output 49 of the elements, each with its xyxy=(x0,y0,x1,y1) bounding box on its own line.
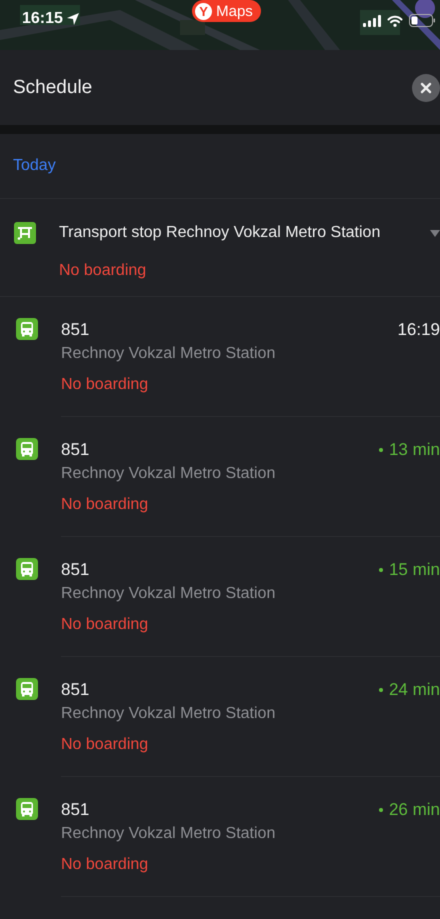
arrival-time: 13 min xyxy=(388,440,440,460)
stop-name: Rechnoy Vokzal Metro Station xyxy=(61,825,276,843)
logo-icon: Y xyxy=(195,2,212,20)
bus-icon xyxy=(16,558,38,580)
live-dot-icon xyxy=(378,448,383,452)
boarding-status: No boarding xyxy=(61,376,150,394)
boarding-status: No boarding xyxy=(61,616,150,634)
route-number: 851 xyxy=(61,320,90,340)
stop-name: Rechnoy Vokzal Metro Station xyxy=(61,345,276,363)
arrival-time: 24 min xyxy=(388,680,440,700)
departure-row[interactable]: 851 15 min Rechnoy Vokzal Metro Station No boarding xyxy=(0,537,440,657)
location-arrow-icon xyxy=(66,12,80,26)
signal-icon xyxy=(362,14,381,26)
arrival-time: 15 min xyxy=(388,560,440,580)
arrival-time: 26 min xyxy=(388,800,440,820)
bus-icon xyxy=(16,318,38,340)
stop-name: Transport stop Rechnoy Vokzal Metro Station xyxy=(59,224,380,242)
stop-name: Rechnoy Vokzal Metro Station xyxy=(61,705,276,723)
boarding-status: No boarding xyxy=(61,736,150,754)
live-dot-icon xyxy=(378,568,383,572)
bus-icon xyxy=(16,798,38,820)
route-number: 851 xyxy=(61,440,90,460)
boarding-status: No boarding xyxy=(61,496,150,514)
app-badge[interactable]: Y Maps xyxy=(192,0,261,22)
transport-stop-icon xyxy=(14,222,36,244)
departure-time: 16:19 xyxy=(397,320,440,340)
departure-row[interactable]: 851 24 min Rechnoy Vokzal Metro Station No boarding xyxy=(0,657,440,777)
dropdown-caret-icon xyxy=(430,230,440,236)
close-button[interactable] xyxy=(412,74,440,102)
departure-row[interactable]: 851 26 min Rechnoy Vokzal Metro Station No boarding xyxy=(0,777,440,897)
route-number: 851 xyxy=(61,800,90,820)
route-number: 851 xyxy=(61,680,90,700)
sheet-title: Schedule xyxy=(13,76,92,98)
boarding-status: No boarding xyxy=(61,856,150,874)
departure-row[interactable]: 851 16:19 Rechnoy Vokzal Metro Station No boarding xyxy=(0,297,440,417)
day-tab[interactable]: Today xyxy=(13,157,56,175)
stop-name: Rechnoy Vokzal Metro Station xyxy=(61,585,276,603)
live-dot-icon xyxy=(378,808,383,812)
bus-icon xyxy=(16,678,38,700)
wifi-icon xyxy=(386,14,403,26)
battery-icon xyxy=(408,14,436,27)
live-dot-icon xyxy=(378,688,383,692)
stop-name: Rechnoy Vokzal Metro Station xyxy=(61,465,276,483)
departure-row[interactable]: 851 13 min Rechnoy Vokzal Metro Station No boarding xyxy=(0,417,440,537)
bus-icon xyxy=(16,438,38,460)
boarding-status: No boarding xyxy=(59,262,148,280)
route-number: 851 xyxy=(61,560,90,580)
stop-row[interactable]: Transport stop Rechnoy Vokzal Metro Station No boarding xyxy=(0,199,440,297)
clock-time: 16:15 xyxy=(22,10,63,28)
